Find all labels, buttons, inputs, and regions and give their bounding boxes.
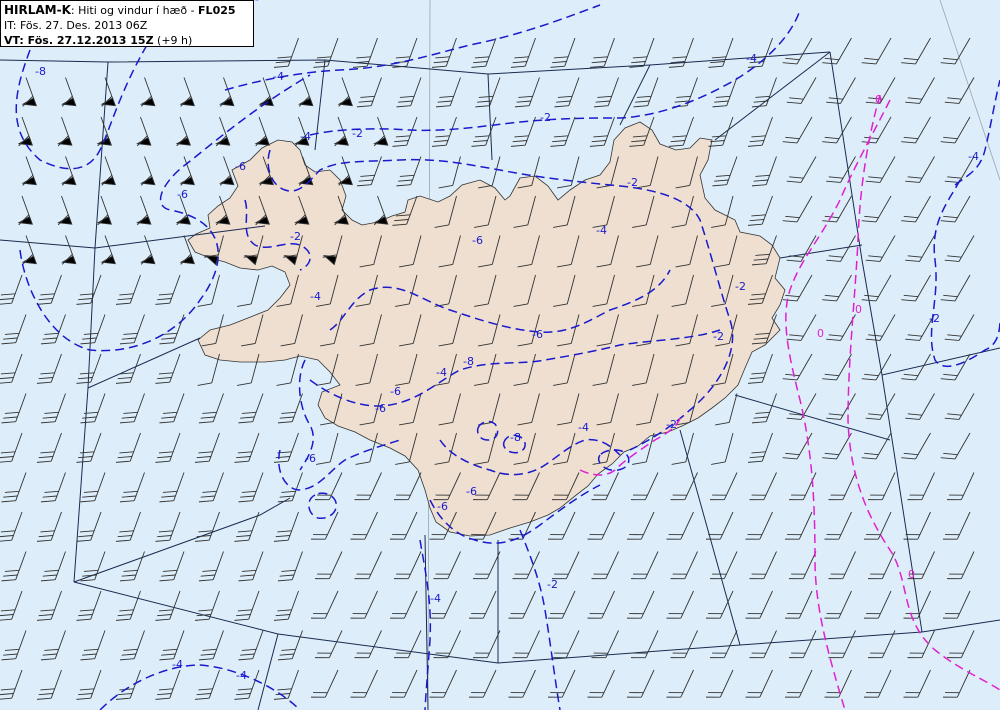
weather-map: -8 -6 -4 -2 -2 -4 -6 -6 -4 -6 -2 -4 -6 -6 -8 -6 -4 -2 -4 -8… xyxy=(0,0,1000,710)
contour-label: -6 xyxy=(390,385,401,398)
contour-label: 0 xyxy=(875,93,882,106)
contour-label: -2 xyxy=(713,330,724,343)
contour-label: -8 xyxy=(35,65,46,78)
contour-label: -2 xyxy=(666,418,677,431)
contour-label: -4 xyxy=(968,150,979,163)
contour-label: -2 xyxy=(352,127,363,140)
contour-label: 0 xyxy=(855,303,862,316)
contour-label: -8 xyxy=(463,355,474,368)
contour-label: -4 xyxy=(746,52,757,65)
contour-label: -6 xyxy=(472,234,483,247)
contour-label: -4 xyxy=(300,130,311,143)
contour-label: -2 xyxy=(735,280,746,293)
contour-label: -4 xyxy=(273,70,284,83)
contour-label: -6 xyxy=(466,485,477,498)
contour-label: -6 xyxy=(437,500,448,513)
contour-label: -4 xyxy=(310,290,321,303)
contour-label: -4 xyxy=(172,658,183,671)
contour-label: -2 xyxy=(627,176,638,189)
contour-label: -6 xyxy=(532,328,543,341)
contour-label: -2 xyxy=(929,312,940,325)
flight-level: FL025 xyxy=(198,4,236,17)
contour-label: -4 xyxy=(436,366,447,379)
lead-time: (+9 h) xyxy=(153,34,193,47)
contour-label: -6 xyxy=(177,188,188,201)
initial-time: IT: Fös. 27. Des. 2013 06Z xyxy=(4,19,148,32)
contour-label: -2 xyxy=(290,230,301,243)
contour-label: -6 xyxy=(305,452,316,465)
contour-label: -4 xyxy=(430,592,441,605)
contour-label: -8 xyxy=(510,431,521,444)
contour-label: -4 xyxy=(596,224,607,237)
valid-time-label: VT: xyxy=(4,34,28,47)
title-line: HIRLAM-K: Hiti og vindur í hæð - FL025 xyxy=(4,3,250,18)
contour-label: 0 xyxy=(908,568,915,581)
contour-label: -2 xyxy=(540,111,551,124)
map-title-box: HIRLAM-K: Hiti og vindur í hæð - FL025 I… xyxy=(0,0,254,47)
product-description: : Hiti og vindur í hæð - xyxy=(70,4,199,17)
contour-label: -4 xyxy=(236,669,247,682)
contour-label: -2 xyxy=(547,578,558,591)
contour-label: -6 xyxy=(235,160,246,173)
contour-label: -4 xyxy=(578,421,589,434)
model-name: HIRLAM-K xyxy=(4,3,71,17)
contour-label: 0 xyxy=(817,327,824,340)
valid-time-line: VT: Fös. 27.12.2013 15Z (+9 h) xyxy=(4,33,250,48)
valid-time: Fös. 27.12.2013 15Z xyxy=(27,34,154,47)
contour-label: -6 xyxy=(375,402,386,415)
